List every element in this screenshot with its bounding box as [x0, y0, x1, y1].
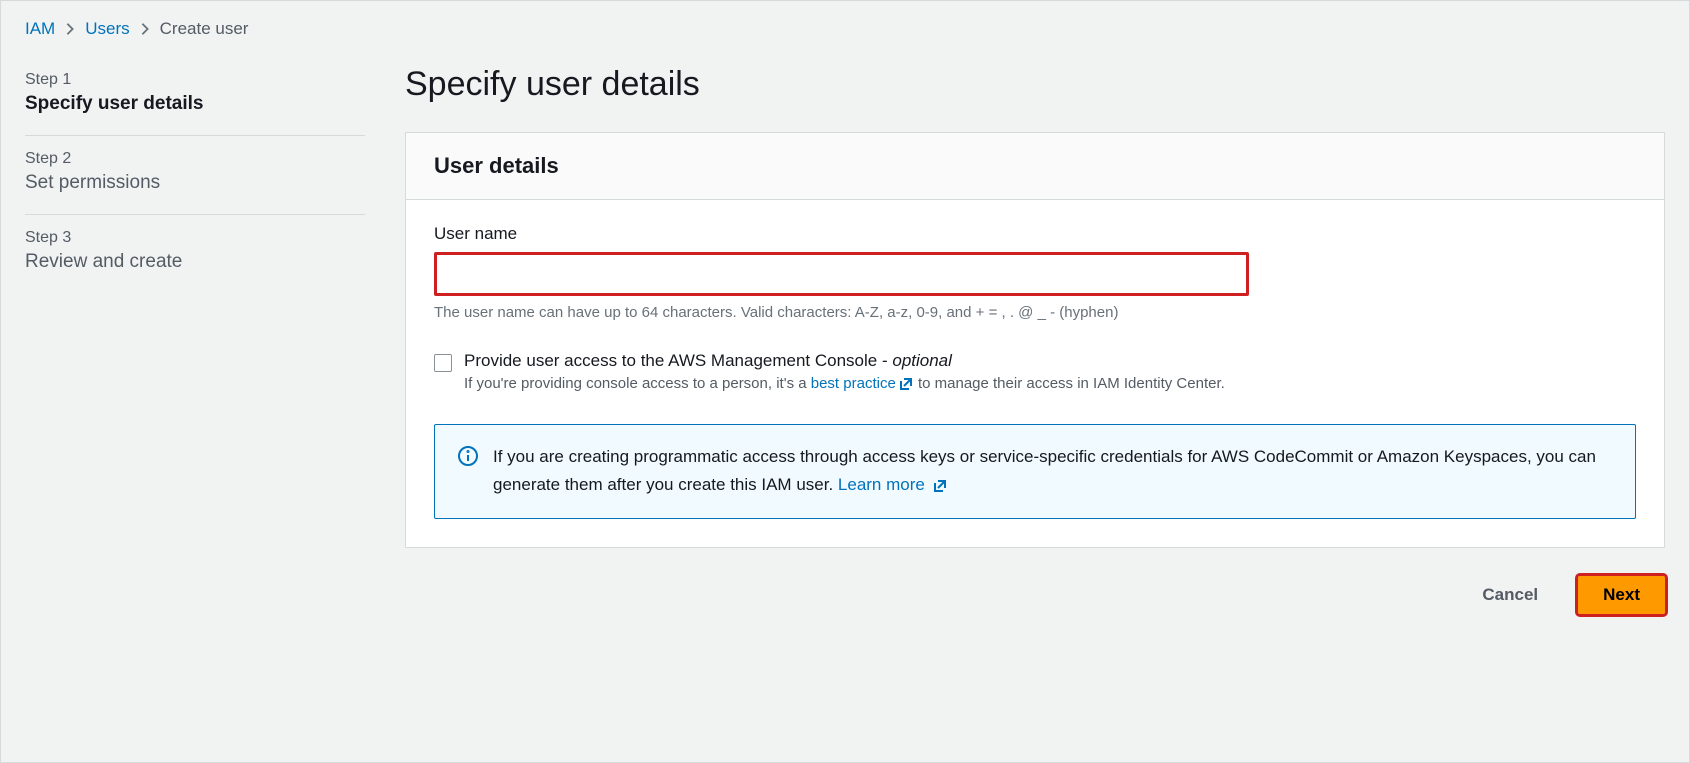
- best-practice-link[interactable]: best practice: [811, 375, 914, 392]
- wizard-steps: Step 1 Specify user details Step 2 Set p…: [25, 57, 365, 614]
- panel-header: User details: [406, 133, 1664, 200]
- wizard-footer: Cancel Next: [405, 548, 1665, 614]
- step-number: Step 1: [25, 71, 365, 89]
- page-title: Specify user details: [405, 65, 1665, 104]
- chevron-right-icon: [65, 22, 75, 36]
- main-content: Specify user details User details User n…: [405, 57, 1665, 614]
- chevron-right-icon: [140, 22, 150, 36]
- username-input[interactable]: [434, 252, 1249, 296]
- username-label: User name: [434, 224, 1636, 244]
- step-title: Set permissions: [25, 172, 365, 194]
- wizard-step-2[interactable]: Step 2 Set permissions: [25, 136, 365, 215]
- wizard-step-3[interactable]: Step 3 Review and create: [25, 215, 365, 293]
- info-alert: If you are creating programmatic access …: [434, 424, 1636, 520]
- step-title: Specify user details: [25, 93, 365, 115]
- step-number: Step 2: [25, 150, 365, 168]
- console-access-description: If you're providing console access to a …: [464, 373, 1636, 396]
- step-title: Review and create: [25, 251, 365, 273]
- breadcrumb-users[interactable]: Users: [85, 19, 129, 39]
- cancel-button[interactable]: Cancel: [1458, 576, 1562, 614]
- user-details-panel: User details User name The user name can…: [405, 132, 1665, 548]
- username-hint: The user name can have up to 64 characte…: [434, 304, 1636, 321]
- console-access-label: Provide user access to the AWS Managemen…: [464, 351, 1636, 371]
- external-link-icon: [932, 478, 948, 494]
- breadcrumb-current: Create user: [160, 19, 249, 39]
- breadcrumb-iam[interactable]: IAM: [25, 19, 55, 39]
- info-text: If you are creating programmatic access …: [493, 447, 1596, 495]
- external-link-icon: [898, 376, 914, 392]
- info-icon: [457, 445, 479, 470]
- breadcrumb: IAM Users Create user: [25, 19, 1665, 57]
- console-access-checkbox[interactable]: [434, 354, 452, 372]
- wizard-step-1[interactable]: Step 1 Specify user details: [25, 57, 365, 136]
- learn-more-link[interactable]: Learn more: [838, 475, 948, 494]
- step-number: Step 3: [25, 229, 365, 247]
- next-button[interactable]: Next: [1578, 576, 1665, 614]
